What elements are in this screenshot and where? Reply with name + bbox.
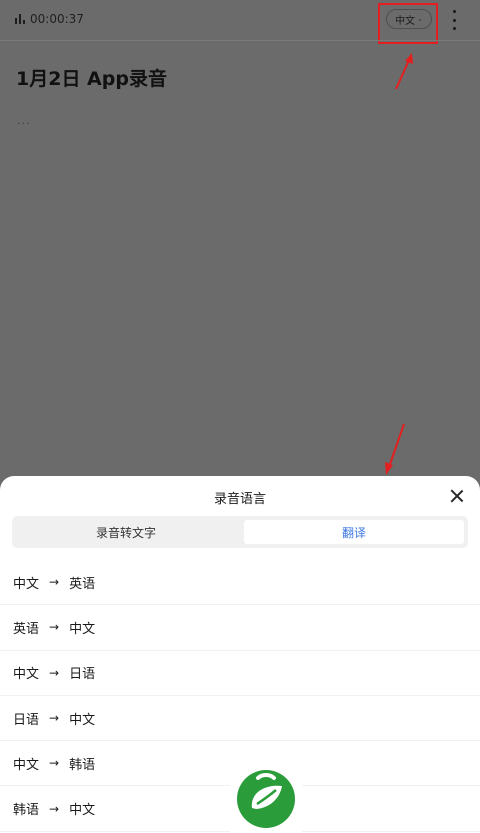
- sheet-title: 录音语言: [213, 492, 266, 507]
- header-divider: [0, 40, 480, 41]
- source-language: 英语: [13, 621, 40, 637]
- source-language: 日语: [13, 712, 40, 728]
- leaf-logo-icon: [237, 770, 295, 828]
- close-icon[interactable]: [450, 489, 464, 503]
- target-language: 日语: [69, 667, 96, 683]
- target-language: 英语: [69, 576, 96, 592]
- arrow-right-icon: →: [49, 665, 60, 680]
- more-vertical-icon[interactable]: [448, 10, 460, 30]
- source-language: 中文: [13, 576, 40, 592]
- list-item[interactable]: 中文 → 日语: [0, 651, 480, 696]
- target-language: 中文: [69, 803, 96, 819]
- annotation-arrow-top: [395, 53, 413, 90]
- annotation-highlight-box: [378, 3, 438, 44]
- content-placeholder: ...: [17, 114, 31, 127]
- leaf-logo: [230, 764, 302, 833]
- target-language: 中文: [69, 621, 96, 637]
- source-language: 中文: [13, 667, 40, 683]
- list-item[interactable]: 日语 → 中文: [0, 696, 480, 742]
- recording-waveform-icon: [15, 14, 25, 24]
- list-item[interactable]: 英语 → 中文: [0, 605, 480, 651]
- top-bar: 00:00:37 中文 ⌄: [0, 0, 480, 44]
- target-language: 中文: [69, 712, 96, 728]
- tab-translate[interactable]: 翻译: [244, 520, 464, 544]
- source-language: 中文: [13, 757, 40, 773]
- source-language: 韩语: [13, 803, 40, 819]
- tab-transcribe[interactable]: 录音转文字: [16, 520, 236, 544]
- arrow-right-icon: →: [49, 711, 60, 726]
- page-title: 1月2日 App录音: [16, 68, 167, 90]
- mode-segmented-control: 录音转文字 翻译: [12, 516, 468, 548]
- arrow-right-icon: →: [49, 620, 60, 635]
- arrow-right-icon: →: [49, 756, 60, 771]
- arrow-right-icon: →: [49, 575, 60, 590]
- list-item[interactable]: 中文 → 英语: [0, 560, 480, 606]
- recording-timer: 00:00:37: [30, 12, 84, 26]
- annotation-arrow-bottom: [385, 423, 405, 475]
- target-language: 韩语: [69, 757, 96, 773]
- arrow-right-icon: →: [49, 801, 60, 816]
